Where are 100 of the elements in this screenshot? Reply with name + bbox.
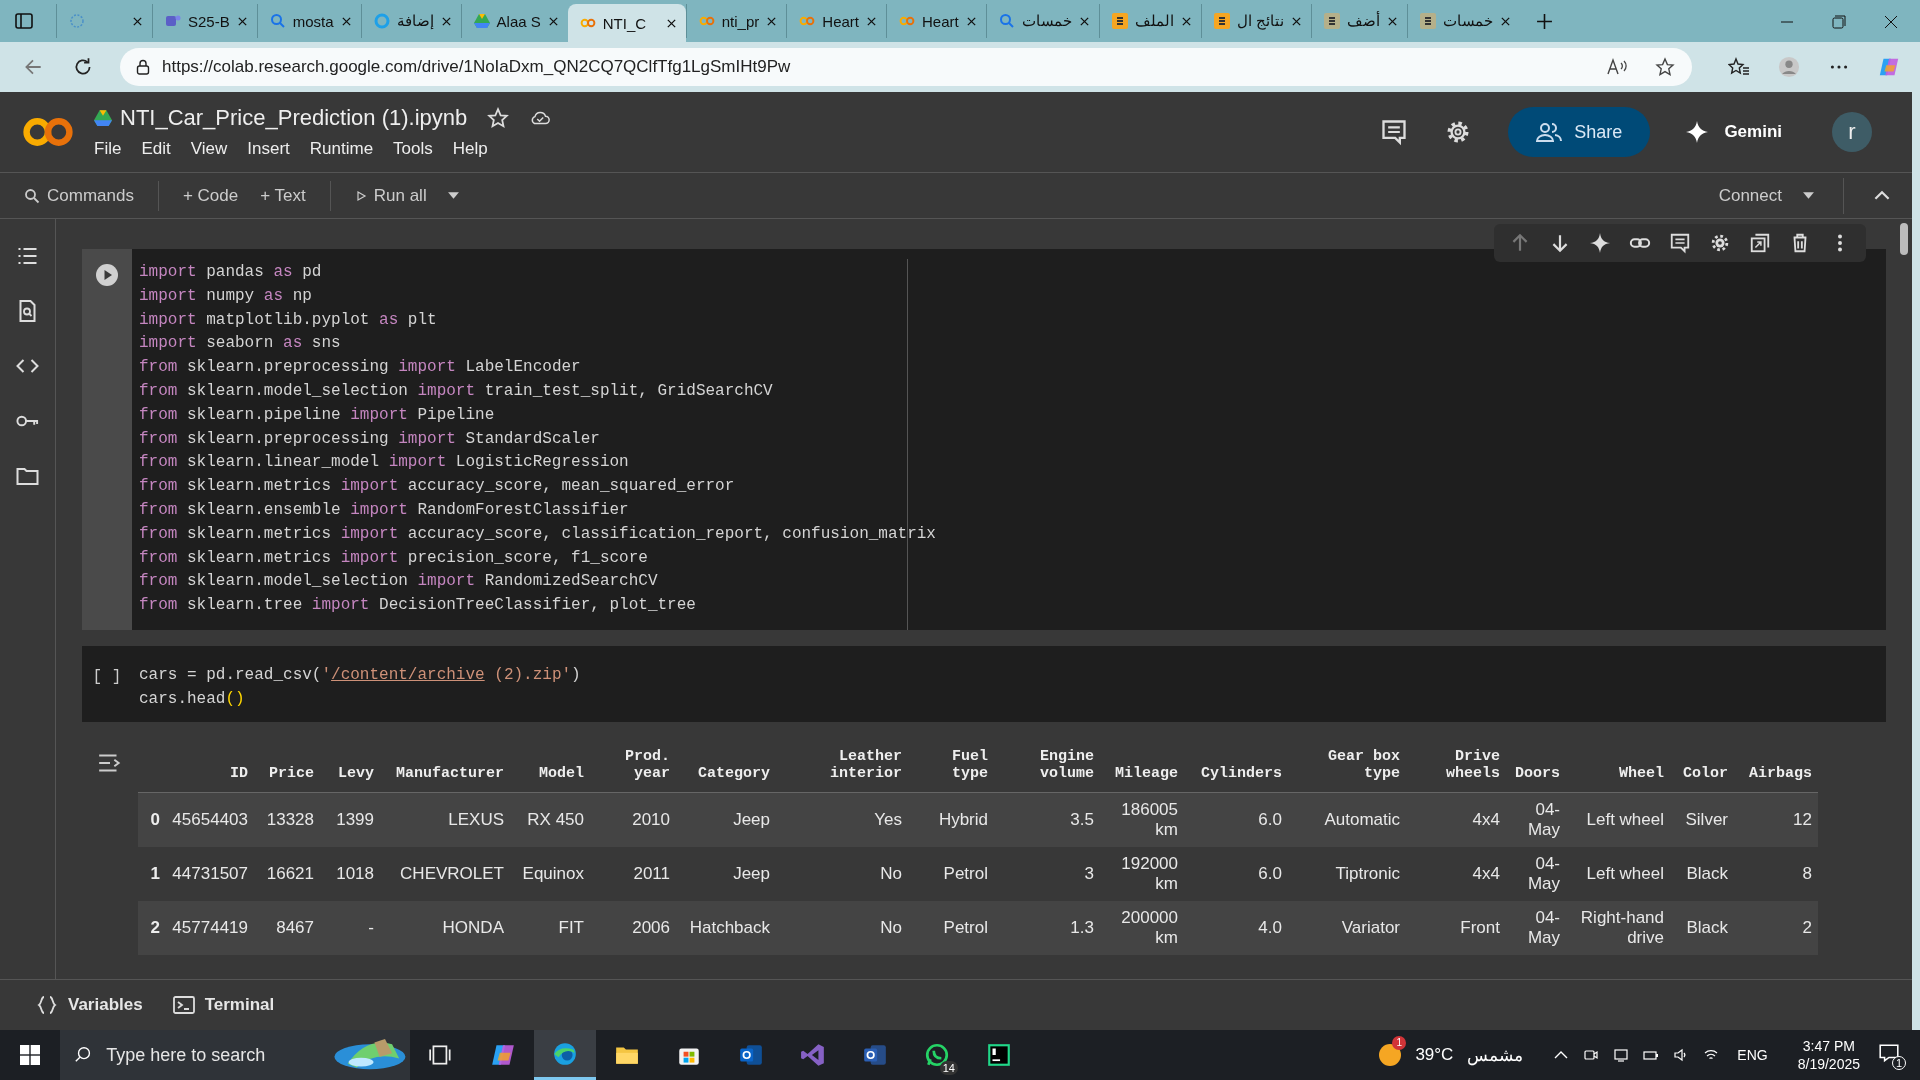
code-line: from sklearn.linear_model import LogisticRegression xyxy=(139,452,630,474)
menu-item[interactable]: Help xyxy=(452,139,488,159)
table-cell: 3 xyxy=(994,846,1100,901)
browser-tab[interactable]: S25-B xyxy=(152,4,257,38)
output-actions-icon[interactable] xyxy=(97,751,123,774)
menu-item[interactable]: View xyxy=(190,139,228,159)
clock-date[interactable]: 8/19/2025 xyxy=(1797,1056,1860,1072)
collapse-icon[interactable] xyxy=(1874,190,1890,201)
colab-logo-icon[interactable] xyxy=(22,117,74,147)
column-header: Doors xyxy=(1506,737,1566,793)
favorites-icon[interactable] xyxy=(1728,56,1750,78)
read-aloud-icon[interactable] xyxy=(1606,57,1628,77)
people-icon xyxy=(1536,121,1563,143)
browser-tab[interactable]: mosta xyxy=(256,4,361,38)
variables-button[interactable]: Variables xyxy=(30,994,149,1016)
close-icon[interactable] xyxy=(236,15,248,27)
browser-tab[interactable]: أضف xyxy=(1310,4,1407,38)
connect-button[interactable]: Connect xyxy=(1710,181,1790,210)
meet-now-icon[interactable] xyxy=(1583,1047,1600,1063)
tab-actions-icon[interactable] xyxy=(14,11,34,31)
input-language[interactable]: ENG xyxy=(1737,1047,1768,1063)
add-text-button[interactable]: + Text xyxy=(252,181,314,210)
browser-tab[interactable]: NTI_C xyxy=(567,4,686,42)
browser-tab[interactable]: Alaa S xyxy=(460,4,568,38)
browser-tab[interactable]: Heart xyxy=(786,4,886,38)
table-cell: Automatic xyxy=(1288,792,1406,847)
copilot-icon[interactable] xyxy=(1878,56,1900,78)
menu-item[interactable]: Insert xyxy=(247,139,290,159)
taskbar-search-field[interactable]: Type here to search xyxy=(104,1043,319,1067)
braces-icon xyxy=(36,995,58,1015)
notebook-title[interactable]: NTI_Car_Price_Prediction (1).ipynb xyxy=(120,105,468,131)
close-icon[interactable] xyxy=(866,15,877,27)
browser-tab[interactable]: إضافة xyxy=(360,4,461,38)
drive-logo-icon xyxy=(94,110,112,126)
terminal-button[interactable]: Terminal xyxy=(166,994,281,1016)
restore-icon[interactable] xyxy=(1832,15,1846,29)
comment-icon[interactable] xyxy=(1380,118,1409,146)
menu-item[interactable]: Runtime xyxy=(309,139,374,159)
close-icon[interactable] xyxy=(665,17,677,29)
add-code-button[interactable]: + Code xyxy=(174,181,247,210)
commands-button[interactable]: Commands xyxy=(16,181,142,210)
table-cell: LEXUS xyxy=(380,792,510,847)
column-header: Gear box type xyxy=(1288,737,1406,793)
run-all-button[interactable]: Run all xyxy=(346,181,435,210)
new-tab-icon[interactable] xyxy=(1535,13,1553,30)
share-button[interactable]: Share xyxy=(1508,107,1651,157)
comment-icon[interactable] xyxy=(1668,232,1692,254)
menu-item[interactable]: Tools xyxy=(393,139,433,159)
menu-item[interactable]: File xyxy=(94,139,122,159)
network-icon[interactable] xyxy=(1613,1047,1630,1063)
close-icon[interactable] xyxy=(1180,15,1192,27)
gemini-button[interactable]: Gemini xyxy=(1678,120,1788,144)
close-icon[interactable] xyxy=(1386,15,1398,27)
avatar[interactable]: r xyxy=(1832,112,1872,152)
sun-icon xyxy=(1379,1044,1402,1066)
browser-tab[interactable]: نتائج ال xyxy=(1200,4,1311,38)
column-header: Prod. year xyxy=(590,737,676,793)
browser-tab[interactable]: Heart xyxy=(886,4,986,38)
code-line: import numpy as np xyxy=(139,285,313,307)
close-icon[interactable] xyxy=(547,15,559,27)
dropdown-caret-icon[interactable] xyxy=(446,191,460,200)
code-cell[interactable]: [ ] cars = pd.read_csv('/content/archive (2).zip') cars.head() xyxy=(82,645,1886,722)
close-icon[interactable] xyxy=(1499,15,1511,27)
execution-count[interactable]: [ ] xyxy=(92,659,122,722)
table-cell: Petrol xyxy=(908,900,994,955)
table-cell: 04-May xyxy=(1506,792,1566,847)
dropdown-caret-icon[interactable] xyxy=(1802,191,1815,200)
table-cell: 3.5 xyxy=(994,792,1100,847)
close-icon[interactable] xyxy=(1884,15,1898,29)
taskbar-button[interactable] xyxy=(534,1030,596,1080)
code-cell[interactable] xyxy=(82,249,1886,630)
code-line: from sklearn.metrics import precision_score, f1_score xyxy=(139,547,649,569)
browser-tab[interactable]: خمسات xyxy=(985,4,1099,38)
scrollbar[interactable] xyxy=(1900,223,1908,255)
run-cell-icon[interactable] xyxy=(95,263,119,287)
browser-tab[interactable]: الملف xyxy=(1098,4,1201,38)
browser-tab[interactable]: خمسات xyxy=(1406,4,1520,38)
address-bar[interactable]: https://colab.research.google.com/drive/1NoIaDxm_QN2CQ7QClfTfg1LgSmIHt9Pw xyxy=(120,48,1692,86)
taskbar-search-box[interactable]: Type here to search xyxy=(60,1030,410,1080)
close-icon[interactable] xyxy=(1290,15,1302,27)
mirror-cell-icon[interactable] xyxy=(1748,232,1772,254)
office-app-icon xyxy=(862,1042,888,1068)
browser-tab[interactable]: nti_pr xyxy=(685,4,787,38)
search-icon xyxy=(269,13,286,29)
taskbar-button[interactable]: 14 xyxy=(906,1030,968,1080)
star-icon[interactable] xyxy=(1654,57,1676,77)
table-cell: Equinox xyxy=(510,846,590,901)
code-line: cars.head() xyxy=(139,688,246,710)
windows-start-icon[interactable] xyxy=(20,1045,40,1065)
tab-title: nti_pr xyxy=(721,12,760,30)
profile-icon[interactable] xyxy=(1778,56,1800,78)
loading-icon xyxy=(69,13,85,29)
close-icon[interactable] xyxy=(766,15,778,27)
close-icon[interactable] xyxy=(132,15,143,27)
close-icon[interactable] xyxy=(440,15,452,27)
close-icon[interactable] xyxy=(965,15,977,27)
close-icon[interactable] xyxy=(1078,15,1090,27)
menu-item[interactable]: Edit xyxy=(141,139,171,159)
clock-time[interactable]: 3:47 PM xyxy=(1802,1038,1855,1054)
close-icon[interactable] xyxy=(340,15,352,27)
